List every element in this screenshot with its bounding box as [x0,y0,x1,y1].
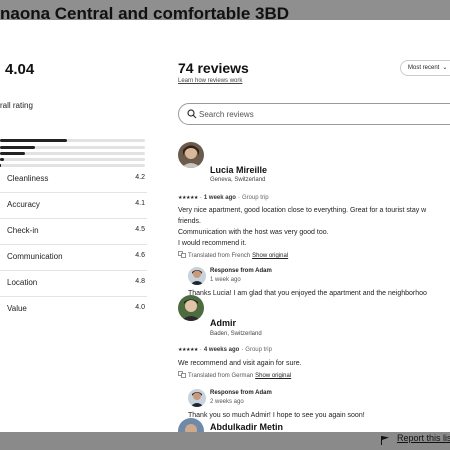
host-avatar [188,389,206,407]
review-meta: ★★★★★ · 1 week ago · Group trip [178,195,269,201]
rating-stars: ★★★★★ [178,347,198,353]
overall-score: 4.04 [5,61,34,78]
translation-note: Translated from French Show original [178,251,288,259]
avatar-photo-icon [178,295,204,321]
avatar-photo-icon [178,142,204,168]
report-listing-link[interactable]: Report this listi [397,433,450,443]
host-avatar [188,267,206,285]
host-response-title: Response from Adam [210,390,272,396]
rating-distribution-fill [0,139,67,142]
category-row-cleanliness: Cleanliness 4.2 [0,167,147,193]
reviewer-name: Abdulkadir Metin [210,422,284,432]
search-reviews-input[interactable] [199,108,449,121]
sort-dropdown[interactable]: Most recent ⌄ [400,60,450,76]
rating-distribution-bar [0,146,145,149]
category-label: Communication [7,252,63,261]
flag-icon [381,436,389,445]
review-date: 1 week ago [203,195,236,201]
reviews-count-heading: 74 reviews [178,60,249,76]
host-response-title: Response from Adam [210,268,272,274]
translate-icon [178,251,186,258]
category-label: Accuracy [7,200,40,209]
category-label: Cleanliness [7,174,49,183]
trip-type: Group trip [245,347,272,353]
host-response-text: Thanks Lucia! I am glad that you enjoyed… [188,290,427,297]
rating-distribution-fill [0,152,25,155]
rating-distribution-bar [0,139,145,142]
trip-type: Group trip [241,195,269,201]
review-text-line: We recommend and visit again for sure. [178,360,302,367]
category-value: 4.1 [135,200,145,207]
reviewer-name: Admir [210,318,237,328]
category-label: Location [7,278,38,287]
category-label: Value [7,304,27,313]
review-date: 4 weeks ago [203,347,240,353]
reviewer-location: Baden, Switzerland [210,331,262,337]
reviewer-location: Geneva, Switzerland [210,177,266,183]
review-text-line: I would recommend it. [178,240,247,247]
chevron-down-icon: ⌄ [442,65,448,71]
category-row-location: Location 4.8 [0,271,147,297]
review-text-line: friends. [178,218,201,225]
footer-bar: Report this listi [0,432,450,450]
category-row-communication: Communication 4.6 [0,245,147,271]
review-meta: ★★★★★ · 4 weeks ago · Group trip [178,347,272,353]
category-row-check-in: Check-in 4.5 [0,219,147,245]
host-photo-icon [188,267,206,285]
learn-how-reviews-work-link[interactable]: Learn how reviews work [178,78,242,84]
reviews-modal: 4.04 rall rating Cleanliness 4.2 Accurac… [0,20,450,432]
translation-note: Translated from German Show original [178,371,291,379]
category-value: 4.5 [135,226,145,233]
overall-rating-label: rall rating [0,101,33,110]
category-value: 4.8 [135,278,145,285]
translated-from-label: Translated from German [188,373,254,379]
avatar-photo-icon [178,418,204,432]
sort-label: Most recent [408,65,440,71]
category-row-value: Value 4.0 [0,297,147,323]
host-response-date: 2 weeks ago [210,399,244,405]
review-text-line: Very nice apartment, good location close… [178,207,427,214]
review-text-line: Communication with the host was very goo… [178,229,329,236]
search-reviews-box[interactable] [178,103,450,125]
host-response-date: 1 week ago [210,277,241,283]
translate-icon [178,371,186,378]
reviewer-avatar[interactable] [178,142,204,168]
host-response-text: Thank you so much Admir! I hope to see y… [188,412,365,419]
show-original-link[interactable]: Show original [255,373,291,379]
rating-distribution-fill [0,146,35,149]
translated-from-label: Translated from French [188,253,251,259]
rating-stars: ★★★★★ [178,195,198,201]
category-value: 4.2 [135,174,145,181]
rating-distribution-fill [0,158,5,161]
reviewer-avatar[interactable] [178,295,204,321]
reviewer-avatar[interactable] [178,418,204,432]
rating-distribution-bar [0,158,145,161]
overall-score-value: 4.04 [5,61,35,78]
search-icon [187,109,197,119]
category-label: Check-in [7,226,39,235]
host-photo-icon [188,389,206,407]
reviewer-name: Lucia Mireille [210,165,268,175]
category-row-accuracy: Accuracy 4.1 [0,193,147,219]
category-value: 4.0 [135,304,145,311]
show-original-link[interactable]: Show original [252,253,288,259]
category-value: 4.6 [135,252,145,259]
rating-distribution-bar [0,152,145,155]
